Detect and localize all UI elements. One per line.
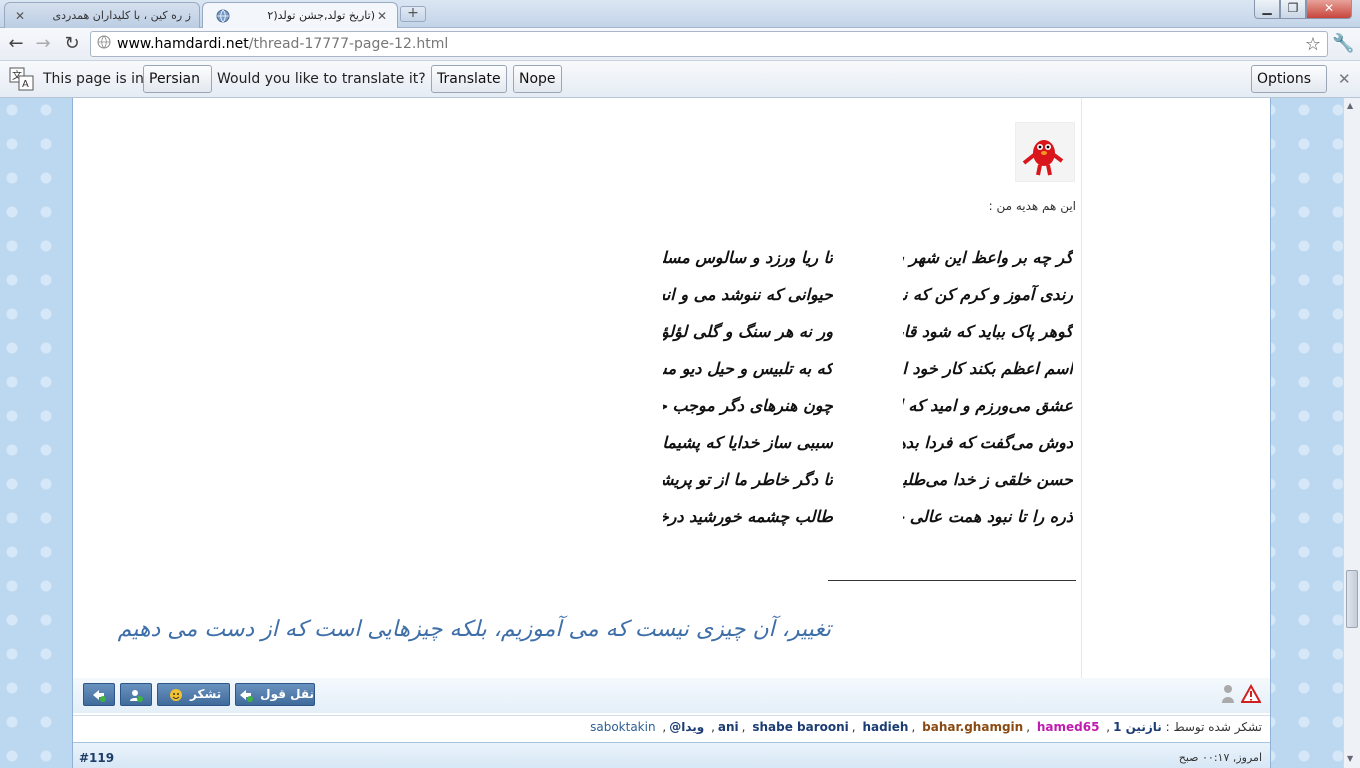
poem: گر چه بر واعظ این شهر سخن آسان نشود تا ر… — [663, 248, 1073, 544]
thanks-user-link[interactable]: shabe barooni — [752, 720, 848, 734]
report-warning-icon[interactable] — [1240, 683, 1262, 706]
minimize-button[interactable]: ▁ — [1254, 0, 1280, 19]
close-translate-icon[interactable]: ✕ — [1338, 70, 1351, 88]
user-signature: تغییر، آن چیزی نیست که می آموزیم، بلکه چ… — [117, 617, 831, 642]
tab-close-icon[interactable]: ✕ — [13, 9, 27, 23]
quote-button-label: نقل قول — [260, 687, 314, 701]
poem-row: ذره را تا نبود همت عالی حافظ طالب چشمه خ… — [663, 507, 1073, 544]
hemistich-second: تا دگر خاطر ما از تو پریشان نشود — [663, 470, 833, 489]
hemistich-first: دوش می‌گفت که فردا بدهم کام دلت — [903, 433, 1073, 452]
poem-row: دوش می‌گفت که فردا بدهم کام دلت سببی ساز… — [663, 433, 1073, 470]
tab-active[interactable]: (تاریخ تولد,جشن تولد(۲ ✕ — [202, 2, 398, 28]
url-host: www.hamdardi.net — [117, 36, 249, 52]
tab-strip: ✕ ز ره کین ، با کلیداران همدردی (تاریخ ت… — [0, 0, 1360, 28]
options-button[interactable]: Options ▼ — [1251, 65, 1327, 112]
next-post-header: #119 امروز, ۰۰:۱۷ صبح — [73, 742, 1270, 768]
post-indicator-icons — [1221, 683, 1262, 706]
thanks-user-link[interactable]: نازنین 1 — [1113, 720, 1162, 734]
hemistich-second: تا ریا ورزد و سالوس مسلمان نشود — [663, 248, 833, 267]
language-value: Persian — [149, 71, 200, 87]
hemistich-first: حسن خلقی ز خدا می‌طلبم خوی ترا — [903, 470, 1073, 489]
poem-row: گوهر پاک بباید که شود قابل فیض ور نه هر … — [663, 322, 1073, 359]
thanks-button[interactable]: تشکر — [157, 683, 230, 706]
options-label: Options — [1257, 71, 1312, 87]
maximize-button[interactable]: ❐ — [1280, 0, 1306, 19]
close-window-button[interactable]: ✕ — [1306, 0, 1352, 19]
add-user-icon — [130, 689, 143, 702]
post-number-link[interactable]: #119 — [79, 751, 114, 765]
post-sidebar — [1081, 98, 1270, 678]
smiley-icon — [169, 688, 182, 701]
translate-question: Would you like to translate it? — [217, 71, 426, 87]
post-content: این هم هدیه من : گر چه بر واعظ این شهر س… — [73, 98, 1081, 678]
hemistich-second: سببی ساز خدایا که پشیمان نشود — [663, 433, 833, 452]
thanks-list: تشکر شده توسط : نازنین 1, ani, shabe bar… — [73, 715, 1270, 739]
hemistich-second: حیوانی که ننوشد می و انسان نشود — [663, 285, 833, 304]
quote-arrow-icon — [239, 689, 253, 702]
hemistich-first: گر چه بر واعظ این شهر سخن آسان نشود — [903, 248, 1073, 267]
gift-image — [1015, 122, 1075, 182]
post-action-bar: تشکر نقل قول — [73, 678, 1270, 713]
thanks-user-link[interactable]: ani — [718, 720, 739, 734]
scroll-up-icon[interactable]: ▲ — [1347, 101, 1353, 110]
thanks-list-label: تشکر شده توسط : — [1165, 720, 1262, 734]
thanks-user-link[interactable]: hadieh — [862, 720, 908, 734]
post-intro: این هم هدیه من : — [988, 199, 1076, 213]
hemistich-second: طالب چشمه خورشید درخشان نشود — [663, 507, 833, 526]
thanks-button-label: تشکر — [190, 687, 222, 701]
svg-text:A: A — [22, 79, 29, 90]
poem-row: اسم اعظم بکند کار خود ای دل خوش باش که ب… — [663, 359, 1073, 396]
quote-button[interactable]: نقل قول — [235, 683, 315, 706]
poem-row: رندی آموز و کرم کن که نه چندان هنر است ح… — [663, 285, 1073, 322]
back-arrow-icon[interactable]: ← — [4, 33, 28, 55]
new-tab-button[interactable]: + — [400, 6, 426, 22]
hemistich-second: که به تلبیس و حیل دیو مسلمان نشود — [663, 359, 833, 378]
tab-inactive[interactable]: ✕ ز ره کین ، با کلیداران همدردی — [4, 2, 200, 28]
hemistich-second: ور نه هر سنگ و گلی لؤلؤ و مرجان نشود — [663, 322, 833, 341]
thanks-user-link[interactable]: hamed65 — [1037, 720, 1100, 734]
page-viewport: این هم هدیه من : گر چه بر واعظ این شهر س… — [0, 98, 1343, 768]
signature-divider — [828, 580, 1076, 581]
scroll-down-icon[interactable]: ▼ — [1347, 754, 1353, 763]
page-icon — [97, 35, 111, 53]
tab-title: (تاریخ تولد,جشن تولد(۲ — [267, 9, 375, 22]
forward-arrow-icon[interactable]: → — [31, 33, 55, 55]
scrollbar-thumb[interactable] — [1346, 570, 1358, 628]
translate-bar: 文A This page is in Persian ▼ Would you l… — [0, 61, 1360, 112]
thanks-user-link[interactable]: ویدا@ — [669, 720, 704, 734]
vertical-scrollbar[interactable]: ▲ ▼ — [1343, 98, 1360, 768]
user-offline-icon — [1221, 684, 1235, 706]
thanks-user-link[interactable]: bahar.ghamgin — [922, 720, 1023, 734]
tab-close-icon[interactable]: ✕ — [375, 9, 389, 23]
nope-button[interactable]: Nope — [513, 65, 562, 93]
forum-post: این هم هدیه من : گر چه بر واعظ این شهر س… — [73, 98, 1270, 710]
reload-icon[interactable]: ↻ — [60, 33, 84, 55]
bookmark-star-icon[interactable]: ☆ — [1305, 34, 1321, 55]
browser-toolbar: ← → ↻ www.hamdardi.net/thread-17777-page… — [0, 28, 1360, 61]
globe-icon — [215, 8, 231, 24]
hemistich-second: چون هنرهای دگر موجب حرمان نشود — [663, 396, 833, 415]
hemistich-first: گوهر پاک بباید که شود قابل فیض — [903, 322, 1073, 341]
hemistich-first: اسم اعظم بکند کار خود ای دل خوش باش — [903, 359, 1073, 378]
hemistich-first: رندی آموز و کرم کن که نه چندان هنر است — [903, 285, 1073, 304]
translate-button[interactable]: Translate — [431, 65, 507, 93]
hemistich-first: ذره را تا نبود همت عالی حافظ — [903, 507, 1073, 526]
poem-row: حسن خلقی ز خدا می‌طلبم خوی ترا تا دگر خا… — [663, 470, 1073, 507]
hemistich-first: عشق می‌ورزم و امید که این فن شریف — [903, 396, 1073, 415]
add-contact-button[interactable] — [120, 683, 152, 706]
wrench-menu-icon[interactable]: 🔧 — [1332, 33, 1354, 54]
multi-quote-button[interactable] — [83, 683, 115, 706]
thanks-user-link[interactable]: saboktakin — [590, 720, 655, 734]
address-bar[interactable]: www.hamdardi.net/thread-17777-page-12.ht… — [90, 31, 1328, 57]
tab-title: ز ره کین ، با کلیداران همدردی — [52, 9, 192, 22]
language-select[interactable]: Persian ▼ — [143, 65, 212, 112]
poem-row: عشق می‌ورزم و امید که این فن شریف چون هن… — [663, 396, 1073, 433]
post-date: امروز, ۰۰:۱۷ صبح — [1178, 751, 1262, 764]
translate-prefix: This page is in — [43, 71, 144, 87]
multi-quote-icon — [93, 689, 106, 702]
url-path: /thread-17777-page-12.html — [248, 36, 449, 52]
poem-row: گر چه بر واعظ این شهر سخن آسان نشود تا ر… — [663, 248, 1073, 285]
forum-container: این هم هدیه من : گر چه بر واعظ این شهر س… — [72, 98, 1271, 768]
translate-icon: 文A — [9, 67, 35, 91]
